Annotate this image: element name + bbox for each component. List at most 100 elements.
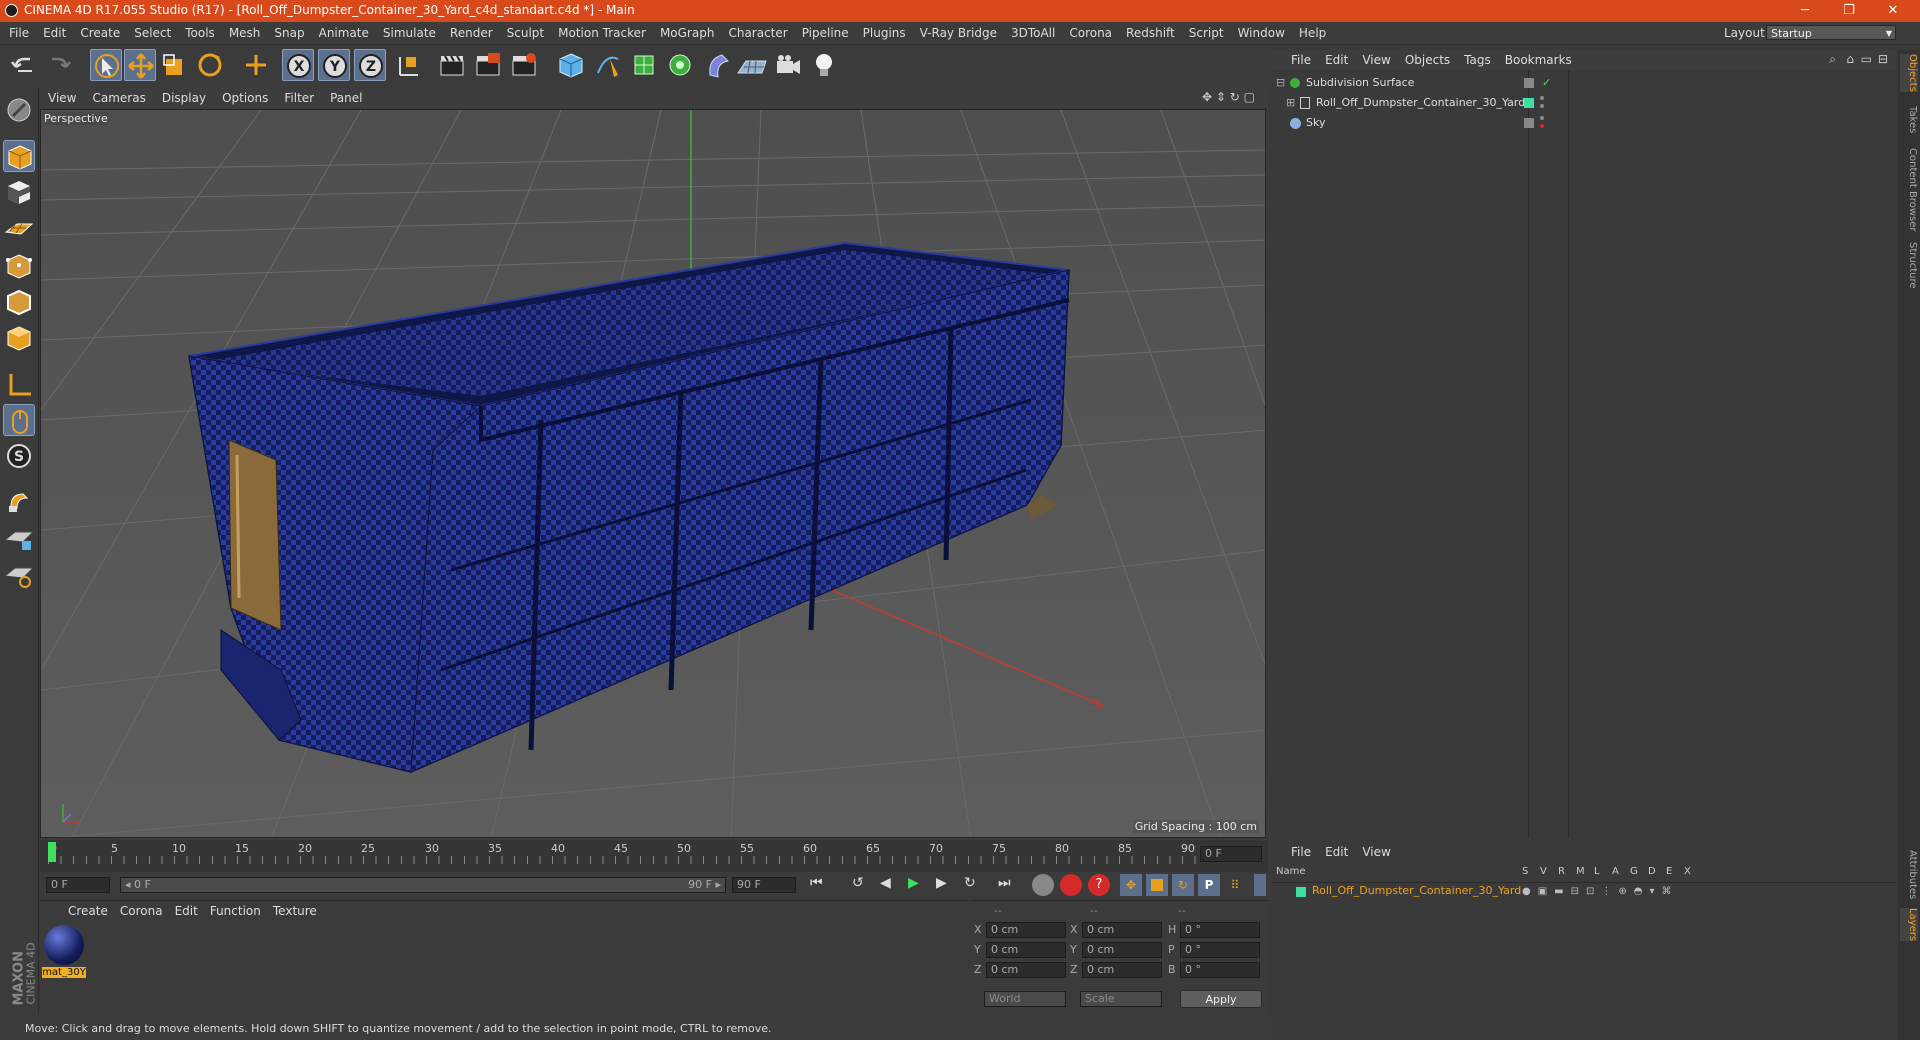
cube-primitive-button[interactable] [555, 49, 587, 81]
position-y-field[interactable]: 0 cm [986, 942, 1066, 958]
planar-workplane-button[interactable] [3, 558, 35, 590]
light-button[interactable] [808, 49, 840, 81]
render-settings-button[interactable] [508, 49, 540, 81]
viewport-menu-display[interactable]: Display [154, 88, 214, 108]
goto-start-button[interactable]: ⏮ [810, 875, 834, 895]
move-tool-button[interactable] [124, 49, 156, 81]
menu-edit[interactable]: Edit [36, 22, 73, 44]
menu-3dtoall[interactable]: 3DToAll [1004, 22, 1062, 44]
layout-select[interactable]: Startup ▼ [1766, 25, 1896, 40]
keyframe-help-icon[interactable]: ? [1088, 874, 1110, 896]
solo-mode-button[interactable]: S [3, 440, 35, 472]
deformer-button[interactable] [702, 49, 734, 81]
material-menu-corona[interactable]: Corona [114, 904, 169, 918]
texture-mode-button[interactable] [3, 176, 35, 208]
object-row-sky[interactable]: Sky [1272, 114, 1896, 132]
perspective-viewport[interactable]: Perspective Grid Spacing : 100 cm [40, 109, 1266, 838]
layer-color-icon[interactable] [1524, 98, 1534, 108]
menu-vray-bridge[interactable]: V-Ray Bridge [913, 22, 1004, 44]
material-menu-edit[interactable]: Edit [169, 904, 204, 918]
expand-icon[interactable]: ⊞ [1286, 94, 1295, 112]
tab-structure[interactable]: Structure [1900, 242, 1918, 289]
menu-animate[interactable]: Animate [312, 22, 376, 44]
material-menu-function[interactable]: Function [204, 904, 267, 918]
prev-frame-button[interactable]: ◀ [880, 875, 904, 895]
menu-sculpt[interactable]: Sculpt [500, 22, 551, 44]
close-button[interactable]: ✕ [1871, 0, 1915, 22]
next-frame-button[interactable]: ▶ [936, 875, 960, 895]
viewport-menu-filter[interactable]: Filter [276, 88, 322, 108]
layer-menu-edit[interactable]: Edit [1318, 845, 1355, 859]
position-z-field[interactable]: 0 cm [986, 962, 1066, 978]
key-scale-icon[interactable] [1146, 874, 1168, 896]
objects-menu-view[interactable]: View [1355, 50, 1397, 70]
menu-snap[interactable]: Snap [267, 22, 311, 44]
menu-select[interactable]: Select [127, 22, 178, 44]
record-off-button[interactable] [1032, 874, 1054, 896]
new-view-icon[interactable]: ▭ [1861, 52, 1872, 66]
live-selection-button[interactable] [240, 49, 272, 81]
scale-tool-button[interactable] [158, 49, 190, 81]
coord-scale-select[interactable]: Scale [1080, 991, 1162, 1007]
subdivision-button[interactable] [628, 49, 660, 81]
points-mode-button[interactable] [3, 250, 35, 282]
menu-redshift[interactable]: Redshift [1119, 22, 1182, 44]
size-x-field[interactable]: 0 cm [1082, 922, 1162, 938]
objects-menu-file[interactable]: File [1284, 50, 1318, 70]
start-frame-field[interactable]: 0 F [46, 877, 110, 893]
workplane-mode-button[interactable] [3, 212, 35, 244]
menu-corona[interactable]: Corona [1062, 22, 1119, 44]
next-key-button[interactable]: ↻ [964, 875, 988, 895]
snap-button[interactable] [3, 486, 35, 518]
layer-color-icon[interactable] [1296, 887, 1306, 897]
menu-motion-tracker[interactable]: Motion Tracker [551, 22, 653, 44]
rotate-tool-button[interactable] [194, 49, 226, 81]
prev-key-button[interactable]: ↺ [852, 875, 876, 895]
object-row-subdivision[interactable]: ⊟ Subdivision Surface ✓ [1272, 74, 1896, 92]
tab-content-browser[interactable]: Content Browser [1900, 148, 1918, 231]
timeline-layout-icon[interactable] [1254, 874, 1266, 896]
viewport-menu-cameras[interactable]: Cameras [84, 88, 153, 108]
rotation-h-field[interactable]: 0 ° [1180, 922, 1260, 938]
menu-mograph[interactable]: MoGraph [653, 22, 722, 44]
apply-button[interactable]: Apply [1180, 990, 1262, 1008]
axis-mode-button[interactable] [3, 368, 35, 400]
edges-mode-button[interactable] [3, 286, 35, 318]
playhead[interactable] [48, 842, 56, 862]
frame-range-slider[interactable]: ◂ 0 F 90 F ▸ [120, 877, 726, 893]
layer-row[interactable]: Roll_Off_Dumpster_Container_30_Yard ●▣▬⊟… [1272, 884, 1896, 900]
menu-pipeline[interactable]: Pipeline [795, 22, 856, 44]
menu-tools[interactable]: Tools [178, 22, 222, 44]
end-frame-field[interactable]: 90 F [732, 877, 796, 893]
maximize-button[interactable]: ❐ [1827, 0, 1871, 22]
layer-tag-icon[interactable] [1524, 118, 1534, 128]
home-icon[interactable]: ⌂ [1846, 52, 1854, 66]
render-region-button[interactable] [472, 49, 504, 81]
editor-visibility-dot[interactable] [1540, 116, 1544, 120]
viewport-menu-view[interactable]: View [40, 88, 84, 108]
key-rotation-icon[interactable]: ↻ [1172, 874, 1194, 896]
coordinate-system-button[interactable] [392, 49, 424, 81]
size-z-field[interactable]: 0 cm [1082, 962, 1162, 978]
x-axis-lock-button[interactable]: X [282, 49, 314, 81]
objects-menu-objects[interactable]: Objects [1398, 50, 1457, 70]
tab-attributes[interactable]: Attributes [1900, 850, 1918, 899]
play-button[interactable]: ▶ [908, 875, 932, 895]
layer-menu-view[interactable]: View [1355, 845, 1397, 859]
viewport-menu-panel[interactable]: Panel [322, 88, 370, 108]
undo-button[interactable] [8, 49, 40, 81]
polygons-mode-button[interactable] [3, 322, 35, 354]
menu-help[interactable]: Help [1292, 22, 1333, 44]
key-param-icon[interactable]: P [1198, 874, 1220, 896]
render-view-button[interactable] [436, 49, 468, 81]
menu-render[interactable]: Render [443, 22, 500, 44]
goto-end-button[interactable]: ⏭ [998, 875, 1022, 895]
camera-button[interactable] [772, 49, 804, 81]
tab-layers[interactable]: Layers [1900, 908, 1918, 942]
material-menu-texture[interactable]: Texture [267, 904, 323, 918]
menu-file[interactable]: File [2, 22, 36, 44]
tweak-mode-button[interactable] [3, 404, 35, 436]
key-position-icon[interactable]: ✥ [1120, 874, 1142, 896]
viewport-menu-options[interactable]: Options [214, 88, 276, 108]
enabled-check-icon[interactable]: ✓ [1542, 74, 1551, 92]
